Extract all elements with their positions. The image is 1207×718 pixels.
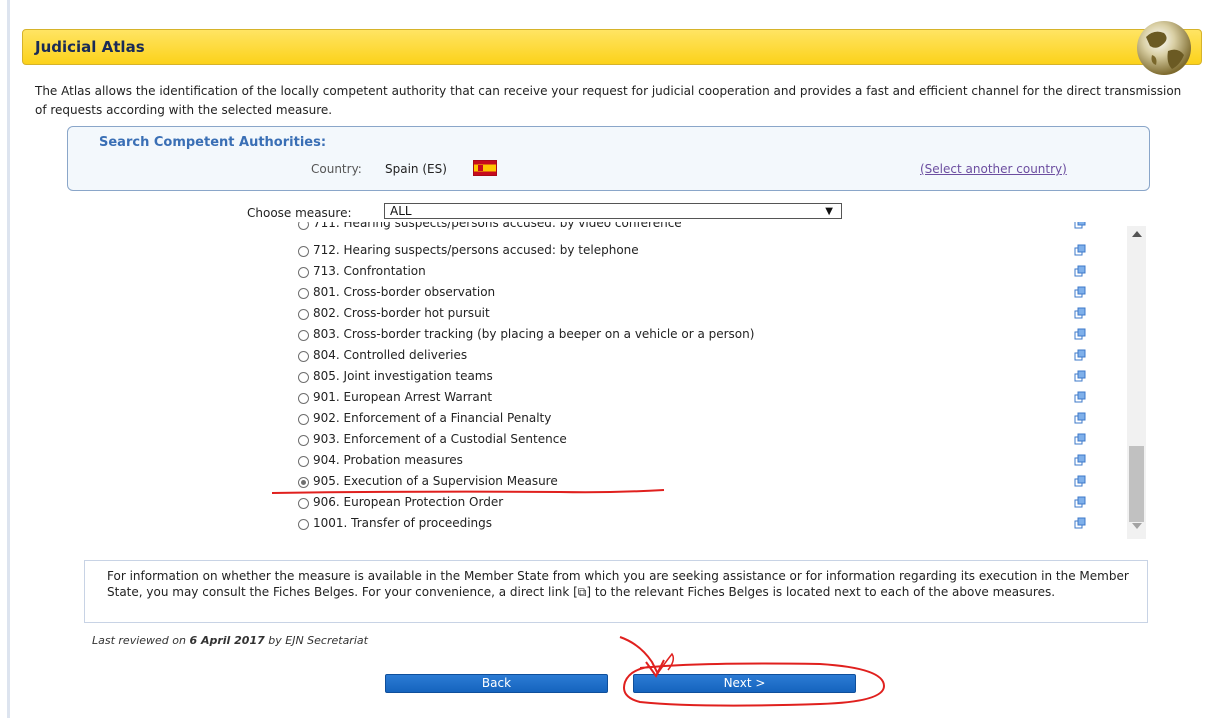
scroll-thumb[interactable] [1129,446,1144,522]
external-link-icon[interactable] [1074,222,1086,229]
last-reviewed: Last reviewed on 6 April 2017 by EJN Sec… [92,634,368,647]
radio-button[interactable] [298,393,309,404]
radio-button[interactable] [298,498,309,509]
radio-button[interactable] [298,309,309,320]
measure-row[interactable]: 1001. Transfer of proceedings [290,514,1130,534]
measure-label: 805. Joint investigation teams [313,369,493,383]
external-link-icon[interactable] [1074,307,1086,319]
search-panel: Search Competent Authorities: Country: S… [67,126,1150,191]
measure-row[interactable]: 801. Cross-border observation [290,283,1130,303]
external-link-icon[interactable] [1074,286,1086,298]
radio-button[interactable] [298,288,309,299]
back-button[interactable]: Back [385,674,608,693]
radio-button-selected[interactable] [298,477,309,488]
external-link-icon[interactable] [1074,454,1086,466]
reviewed-suffix: by EJN Secretariat [264,634,368,647]
external-link-icon[interactable] [1074,433,1086,445]
measure-label: 901. European Arrest Warrant [313,390,493,404]
radio-button[interactable] [298,222,309,230]
measure-row[interactable]: 713. Confrontation [290,262,1130,282]
search-title: Search Competent Authorities: [99,135,327,150]
next-button[interactable]: Next > [633,674,856,693]
country-label: Country: [311,162,362,176]
radio-button[interactable] [298,456,309,467]
measure-list-scrollbar[interactable] [1127,226,1146,539]
arrow-annotation [619,636,665,678]
radio-button[interactable] [298,330,309,341]
external-link-icon[interactable] [1074,517,1086,529]
intro-text: The Atlas allows the identification of t… [35,84,1182,117]
external-link-icon[interactable] [1074,391,1086,403]
radio-button[interactable] [298,414,309,425]
measure-label: 903. Enforcement of a Custodial Sentence [313,432,567,446]
measure-label: 906. European Protection Order [313,495,504,509]
measure-row[interactable]: 905. Execution of a Supervision Measure [290,472,1130,492]
measure-label: 802. Cross-border hot pursuit [313,306,490,320]
measure-select-value: ALL [390,204,412,218]
external-link-icon[interactable] [1074,370,1086,382]
page-header: Judicial Atlas [22,29,1202,65]
measure-row[interactable]: 804. Controlled deliveries [290,346,1130,366]
radio-button[interactable] [298,372,309,383]
measure-label: 905. Execution of a Supervision Measure [313,474,558,488]
external-link-icon[interactable] [1074,265,1086,277]
measure-row[interactable]: 903. Enforcement of a Custodial Sentence [290,430,1130,450]
measure-row[interactable]: 901. European Arrest Warrant [290,388,1130,408]
scroll-up-arrow-icon[interactable] [1132,231,1142,237]
external-link-icon[interactable] [1074,328,1086,340]
measure-label: 712. Hearing suspects/persons accused: b… [313,243,639,257]
radio-button[interactable] [298,351,309,362]
measure-label: 803. Cross-border tracking (by placing a… [313,327,755,341]
measure-row[interactable]: 802. Cross-border hot pursuit [290,304,1130,324]
external-link-icon[interactable] [1074,244,1086,256]
measure-row[interactable]: 803. Cross-border tracking (by placing a… [290,325,1130,345]
info-panel: For information on whether the measure i… [84,560,1148,623]
radio-button[interactable] [298,519,309,530]
choose-measure-label: Choose measure: [247,206,352,220]
radio-button[interactable] [298,267,309,278]
info-text: For information on whether the measure i… [107,569,1129,599]
measure-label: 801. Cross-border observation [313,285,496,299]
radio-button[interactable] [298,435,309,446]
measure-label: 711. Hearing suspects/persons accused: b… [313,222,682,230]
measure-row[interactable]: 904. Probation measures [290,451,1130,471]
measure-label: 804. Controlled deliveries [313,348,468,362]
measure-label: 713. Confrontation [313,264,426,278]
measure-select[interactable]: ALL ▼ [384,203,842,219]
measure-row[interactable]: 711. Hearing suspects/persons accused: b… [290,222,1130,234]
page-title: Judicial Atlas [35,38,145,56]
external-link-icon[interactable] [1074,349,1086,361]
measure-row[interactable]: 906. European Protection Order [290,493,1130,513]
measure-row[interactable]: 902. Enforcement of a Financial Penalty [290,409,1130,429]
radio-button[interactable] [298,246,309,257]
measure-label: 1001. Transfer of proceedings [313,516,493,530]
reviewed-prefix: Last reviewed on [92,634,190,647]
external-link-icon[interactable] [1074,412,1086,424]
left-border [7,0,10,718]
reviewed-date: 6 April 2017 [189,634,265,647]
chevron-down-icon: ▼ [825,206,833,217]
globe-icon [1137,21,1191,75]
measure-label: 904. Probation measures [313,453,463,467]
country-value: Spain (ES) [385,162,447,176]
measure-list: 711. Hearing suspects/persons accused: b… [290,222,1147,539]
measure-row[interactable]: 712. Hearing suspects/persons accused: b… [290,241,1130,261]
measure-row[interactable]: 805. Joint investigation teams [290,367,1130,387]
external-link-icon[interactable] [1074,496,1086,508]
external-link-icon[interactable] [1074,475,1086,487]
spain-flag-icon [473,160,497,176]
scroll-down-arrow-icon[interactable] [1132,523,1142,529]
select-another-country-link[interactable]: (Select another country) [920,162,1067,176]
measure-label: 902. Enforcement of a Financial Penalty [313,411,552,425]
